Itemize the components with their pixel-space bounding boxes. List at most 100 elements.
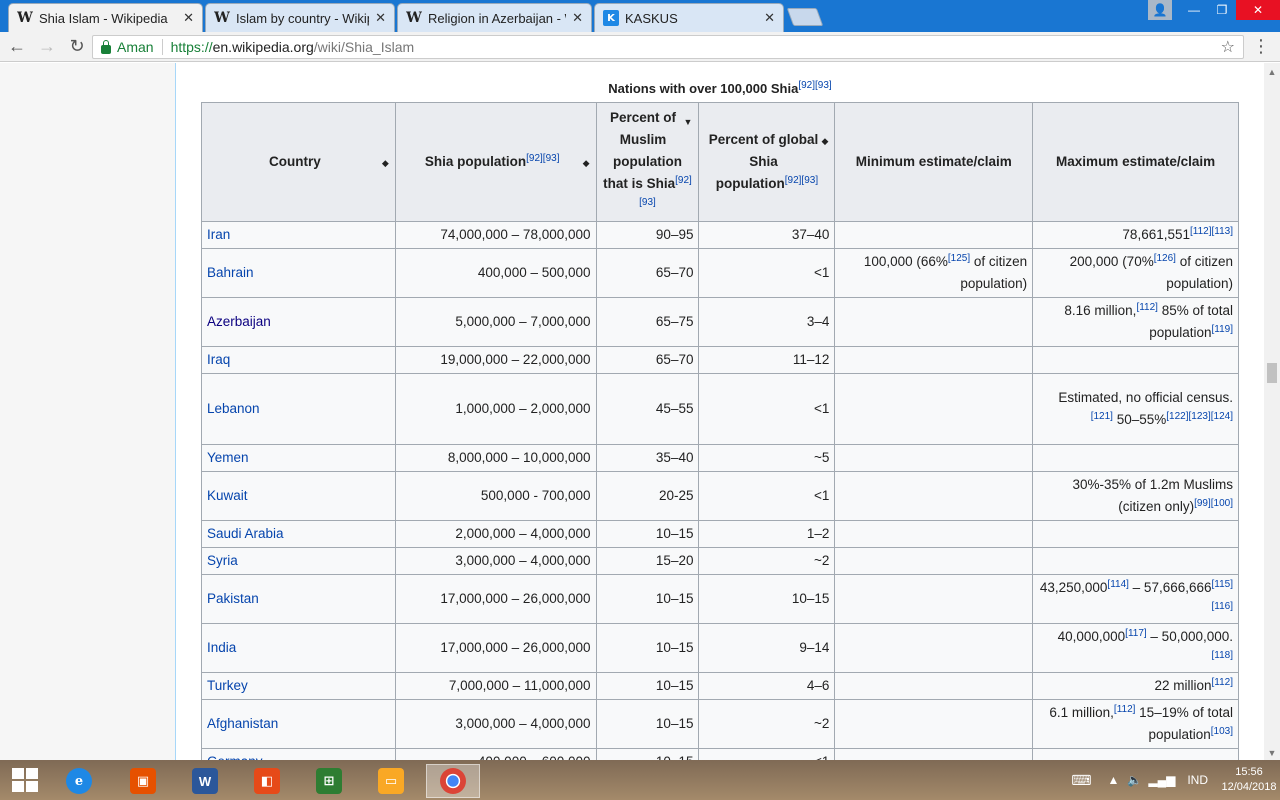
chrome-icon[interactable]	[426, 764, 480, 798]
ref-link[interactable]: [125]	[948, 253, 970, 264]
header-percent-muslim[interactable]: ▼ Percent of Muslim population that is Sh…	[595, 102, 700, 222]
network-icon[interactable]: ▂▄▆	[1148, 773, 1175, 787]
country-link[interactable]: Yemen	[201, 444, 396, 472]
country-link[interactable]: Pakistan	[201, 574, 396, 624]
country-link[interactable]: Kuwait	[201, 471, 396, 521]
tab-religion-in-azerbaijan[interactable]: W Religion in Azerbaijan - Wikipedia ✕	[397, 3, 592, 32]
close-icon[interactable]: ✕	[764, 10, 775, 26]
country-link[interactable]: Turkey	[201, 672, 396, 700]
country-link[interactable]: Afghanistan	[201, 699, 396, 749]
table-row: Syria 3,000,000 – 4,000,000 15–20 ~2	[201, 547, 1239, 575]
lock-icon	[101, 39, 111, 54]
header-minimum-estimate: Minimum estimate/claim	[834, 102, 1034, 222]
photos-icon[interactable]: ▣	[116, 764, 170, 798]
ref-link[interactable]: [114]	[1107, 579, 1129, 590]
tab-islam-by-country[interactable]: W Islam by country - Wikipedia ✕	[205, 3, 395, 32]
slides-icon[interactable]: ◧	[240, 764, 294, 798]
shia-population-cell: 17,000,000 – 26,000,000	[394, 623, 597, 673]
ref-link[interactable]: [112]	[1212, 677, 1234, 688]
ref-link[interactable]: [115][116]	[1212, 579, 1234, 612]
close-icon[interactable]: ✕	[375, 10, 386, 26]
language-indicator[interactable]: IND	[1187, 773, 1208, 787]
window-close-icon[interactable]: ✕	[1236, 0, 1280, 20]
volume-icon[interactable]: 🔈	[1127, 773, 1142, 787]
maximize-icon[interactable]: ❐	[1208, 0, 1236, 20]
ref-link[interactable]: [126]	[1154, 253, 1176, 264]
forward-arrow-icon[interactable]: →	[32, 36, 62, 57]
url-path: /wiki/Shia_Islam	[313, 39, 415, 55]
country-link[interactable]: Lebanon	[201, 373, 396, 445]
minimize-icon[interactable]: —	[1180, 0, 1208, 20]
ref-link[interactable]: [122][123][124]	[1166, 411, 1233, 422]
header-refs[interactable]: [92][93]	[785, 175, 818, 186]
table-row: India 17,000,000 – 26,000,000 10–15 9–14…	[201, 623, 1239, 673]
country-link[interactable]: Iraq	[201, 346, 396, 374]
min-estimate-cell	[834, 574, 1034, 624]
sort-icon[interactable]: ◆	[583, 152, 590, 174]
divider	[161, 39, 163, 55]
country-link[interactable]: Saudi Arabia	[201, 520, 396, 548]
ref-link[interactable]: [112][113]	[1190, 226, 1233, 237]
country-link[interactable]: Azerbaijan	[201, 297, 396, 347]
percent-global-cell: 4–6	[698, 672, 836, 700]
country-link[interactable]: Bahrain	[201, 248, 396, 298]
min-text: 100,000 (66%	[863, 254, 948, 269]
ref-link[interactable]: [117]	[1125, 628, 1147, 639]
clock[interactable]: 15:56 12/04/2018	[1218, 765, 1280, 795]
back-arrow-icon[interactable]: ←	[2, 36, 32, 57]
ref-link[interactable]: [118]	[1212, 650, 1234, 661]
store-icon[interactable]: ⊞	[302, 764, 356, 798]
ref-link[interactable]: [112]	[1114, 704, 1136, 715]
ref-link[interactable]: [103]	[1211, 726, 1233, 737]
header-shia-population[interactable]: ◆ Shia population[92][93]	[394, 102, 597, 222]
caption-refs[interactable]: [92][93]	[798, 80, 831, 91]
sort-down-icon[interactable]: ▼	[684, 111, 693, 133]
table-row: Afghanistan 3,000,000 – 4,000,000 10–15 …	[201, 699, 1239, 749]
system-tray: ⌨ ▲ 🔈 ▂▄▆ IND 15:56 12/04/2018	[1071, 760, 1280, 800]
country-link[interactable]: Syria	[201, 547, 396, 575]
keyboard-icon[interactable]: ⌨	[1071, 772, 1091, 789]
sort-icon[interactable]: ◆	[821, 130, 828, 152]
header-country[interactable]: ◆ Country	[201, 102, 396, 222]
percent-global-cell: 9–14	[698, 623, 836, 673]
shia-population-cell: 400,000 – 500,000	[394, 248, 597, 298]
percent-global-cell: <1	[698, 748, 836, 760]
country-link[interactable]: India	[201, 623, 396, 673]
menu-dots-icon[interactable]: ⋮	[1252, 36, 1270, 57]
vertical-scrollbar[interactable]: ▲ ▼	[1264, 63, 1280, 760]
file-explorer-icon[interactable]: ▭	[364, 764, 418, 798]
reload-icon[interactable]: ↻	[62, 36, 92, 57]
scroll-down-icon[interactable]: ▼	[1264, 748, 1280, 758]
shia-population-cell: 400,000 – 600,000	[394, 748, 597, 760]
windows-start-icon[interactable]	[12, 768, 38, 792]
close-icon[interactable]: ✕	[572, 10, 583, 26]
internet-explorer-icon[interactable]: e	[52, 764, 106, 798]
scrollbar-thumb[interactable]	[1267, 363, 1277, 383]
close-icon[interactable]: ✕	[183, 10, 194, 26]
ref-link[interactable]: [112]	[1136, 302, 1158, 313]
header-refs[interactable]: [92][93]	[526, 153, 559, 164]
word-icon[interactable]: W	[178, 764, 232, 798]
header-label: Percent of Muslim population that is Shi…	[603, 110, 682, 191]
tab-kaskus[interactable]: K KASKUS ✕	[594, 3, 784, 32]
shia-population-cell: 74,000,000 – 78,000,000	[394, 221, 597, 249]
country-link[interactable]: Iran	[201, 221, 396, 249]
tray-chevron-icon[interactable]: ▲	[1108, 773, 1120, 787]
ref-link[interactable]: [99][100]	[1194, 498, 1233, 509]
address-bar[interactable]: Aman https://en.wikipedia.org/wiki/Shia_…	[92, 35, 1244, 59]
new-tab-button[interactable]	[786, 8, 824, 26]
min-text-tail: of citizen population)	[960, 254, 1028, 291]
scroll-up-icon[interactable]: ▲	[1264, 67, 1280, 77]
bookmark-star-icon[interactable]: ☆	[1221, 37, 1235, 57]
country-link[interactable]: Germany	[201, 748, 396, 760]
tab-shia-islam[interactable]: W Shia Islam - Wikipedia ✕	[8, 3, 203, 32]
percent-global-cell: 10–15	[698, 574, 836, 624]
sort-icon[interactable]: ◆	[382, 152, 389, 174]
profile-icon[interactable]: 👤	[1148, 0, 1172, 20]
min-estimate-cell	[834, 699, 1034, 749]
ref-link[interactable]: [119]	[1212, 324, 1234, 335]
header-percent-global[interactable]: ◆ Percent of global Shia population[92][9…	[698, 102, 836, 222]
kaskus-icon: K	[603, 10, 619, 26]
shia-population-cell: 1,000,000 – 2,000,000	[394, 373, 597, 445]
ref-link[interactable]: [121]	[1091, 411, 1113, 422]
